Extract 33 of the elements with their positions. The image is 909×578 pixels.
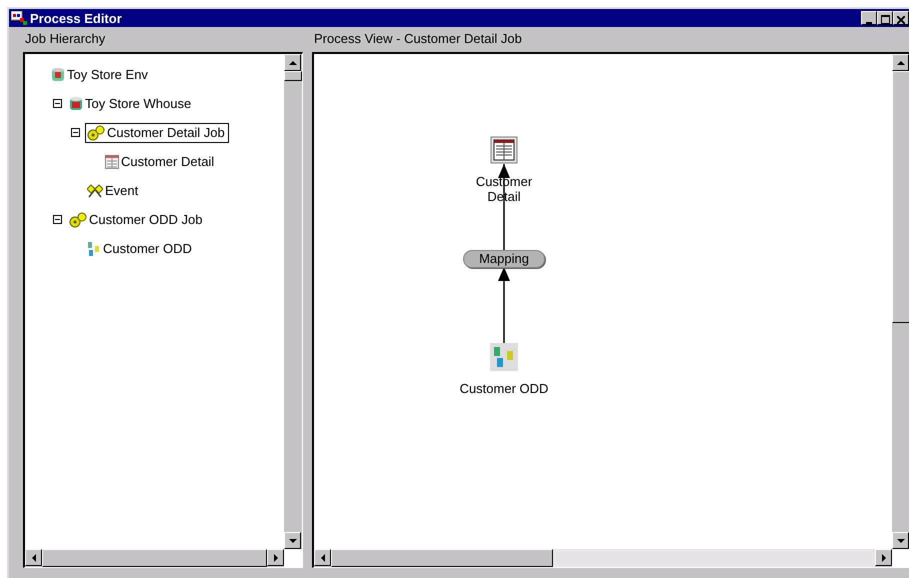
table-icon [105,154,119,168]
collapse-toggle[interactable] [53,99,65,108]
gears-icon [87,124,105,140]
tree-item[interactable]: Customer Detail [103,152,218,171]
maximize-button[interactable] [877,11,893,25]
tree-item[interactable]: Toy Store Env [49,65,152,84]
horizontal-scrollbar[interactable] [25,549,284,567]
close-icon [897,16,905,24]
tree-item[interactable]: Event [85,181,142,200]
database-icon [69,96,83,111]
mapping-node[interactable]: Mapping [463,250,545,268]
tree-item[interactable]: Toy Store Whouse [67,94,196,113]
minimize-button[interactable] [861,11,877,25]
close-button[interactable] [893,11,909,25]
maximize-icon [880,15,890,24]
vertical-scrollbar[interactable] [892,54,909,549]
panel-label: Process View - Customer Detail Job [313,31,523,47]
vertical-scrollbar[interactable] [284,54,302,549]
app-icon [11,11,27,25]
cylinder-icon [51,67,65,82]
tree-item[interactable]: Customer ODD Job [67,210,206,230]
panel-label: Job Hierarchy [24,31,106,47]
tree-item[interactable]: Customer ODD [85,239,196,258]
collapse-toggle[interactable] [53,215,65,224]
gears-icon [69,212,87,228]
node-label: Customer ODD [460,381,548,396]
table-icon[interactable] [490,136,518,164]
cylinders-icon [87,242,101,256]
horizontal-scrollbar[interactable] [314,549,892,567]
flags-icon [87,184,103,198]
window-title: Process Editor [30,10,123,26]
tree-item[interactable]: Customer Detail Job [85,122,229,142]
collapse-toggle[interactable] [71,128,83,137]
